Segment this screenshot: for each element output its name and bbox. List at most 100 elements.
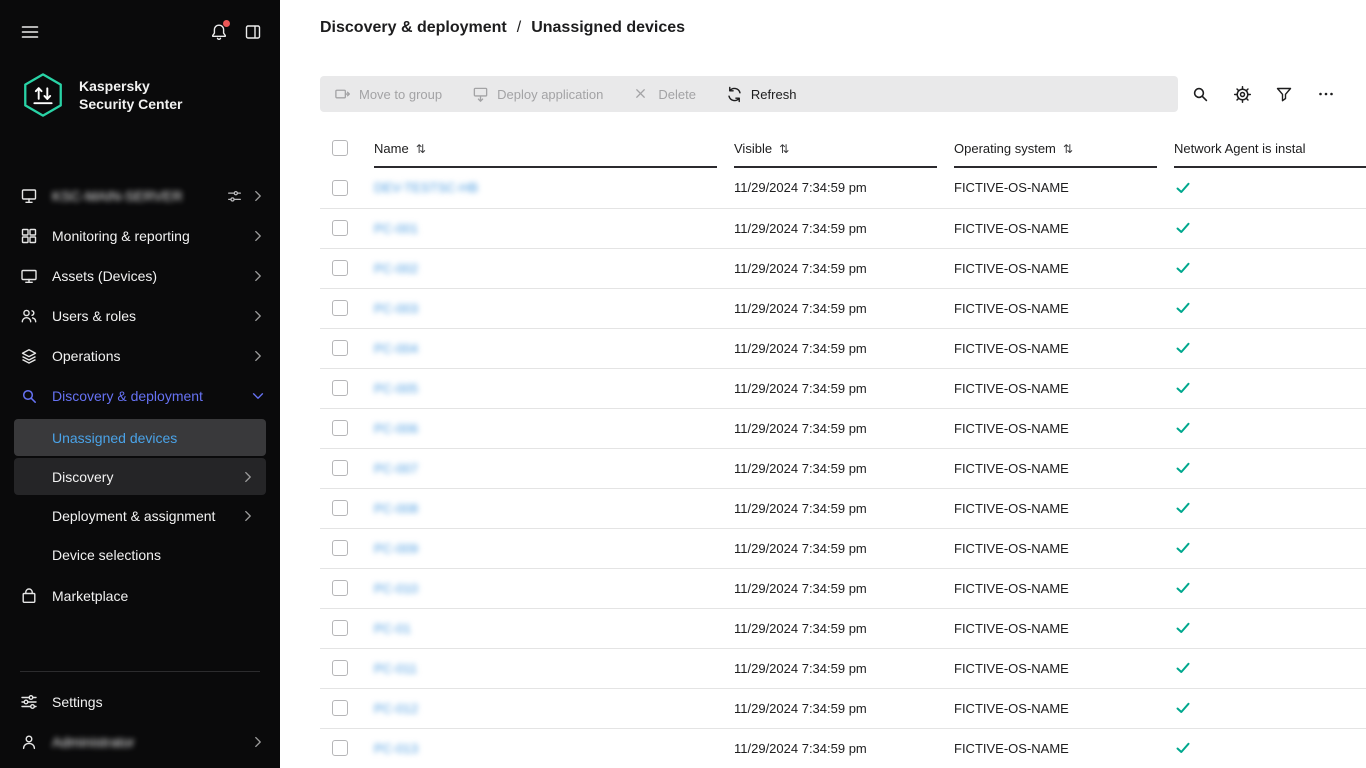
chevron-right-icon[interactable] bbox=[250, 308, 266, 324]
sidebar-subitem-discovery[interactable]: Discovery bbox=[14, 458, 266, 495]
ellipsis-icon bbox=[1317, 85, 1335, 103]
row-checkbox[interactable] bbox=[332, 420, 348, 436]
device-name-cell: PC-003 bbox=[374, 288, 734, 328]
device-name-link[interactable]: PC-012 bbox=[374, 701, 418, 716]
row-checkbox[interactable] bbox=[332, 620, 348, 636]
device-name-cell: PC-008 bbox=[374, 488, 734, 528]
row-checkbox[interactable] bbox=[332, 180, 348, 196]
table-settings-button[interactable] bbox=[1222, 76, 1262, 112]
visible-time-cell: 11/29/2024 7:34:59 pm bbox=[734, 728, 954, 768]
sidebar-item-user-account[interactable]: Administrator bbox=[0, 722, 280, 762]
row-checkbox-cell bbox=[320, 208, 374, 248]
column-header-agent[interactable]: Network Agent is instal bbox=[1174, 141, 1306, 156]
app-root: Kaspersky Security Center KSC-MAIN-SERVE… bbox=[0, 0, 1366, 768]
row-checkbox[interactable] bbox=[332, 580, 348, 596]
breadcrumb-parent[interactable]: Discovery & deployment bbox=[320, 19, 507, 37]
device-name-link[interactable]: PC-006 bbox=[374, 421, 418, 436]
visible-time-cell: 11/29/2024 7:34:59 pm bbox=[734, 568, 954, 608]
chevron-right-icon[interactable] bbox=[250, 228, 266, 244]
sidebar-item-operations[interactable]: Operations bbox=[0, 336, 280, 376]
row-checkbox-cell bbox=[320, 608, 374, 648]
device-name-link[interactable]: DEV-TESTSC-HB bbox=[374, 180, 478, 195]
device-name-link[interactable]: PC-01 bbox=[374, 621, 411, 636]
row-checkbox[interactable] bbox=[332, 300, 348, 316]
row-checkbox-cell bbox=[320, 648, 374, 688]
sort-icon[interactable]: ⇅ bbox=[416, 142, 426, 156]
sidebar-item-administration-server[interactable]: KSC-MAIN-SERVER bbox=[0, 176, 280, 216]
row-checkbox[interactable] bbox=[332, 460, 348, 476]
delete-button[interactable]: Delete bbox=[633, 86, 696, 103]
breadcrumb: Discovery & deployment / Unassigned devi… bbox=[280, 0, 1366, 56]
server-hierarchy-icon[interactable] bbox=[227, 189, 242, 204]
agent-installed-check-icon bbox=[1174, 659, 1192, 677]
hamburger-menu-button[interactable] bbox=[20, 23, 40, 41]
console-panel-button[interactable] bbox=[244, 23, 262, 41]
notifications-button[interactable] bbox=[210, 23, 228, 41]
device-name-cell: PC-004 bbox=[374, 328, 734, 368]
device-name-link[interactable]: PC-005 bbox=[374, 381, 418, 396]
table-header: Name ⇅ Visible ⇅ Operati bbox=[320, 128, 1366, 168]
row-checkbox[interactable] bbox=[332, 340, 348, 356]
device-name-cell: PC-001 bbox=[374, 208, 734, 248]
move-to-group-button[interactable]: Move to group bbox=[334, 86, 442, 103]
sidebar-item-marketplace[interactable]: Marketplace bbox=[0, 576, 280, 616]
operating-system-cell: FICTIVE-OS-NAME bbox=[954, 208, 1174, 248]
operating-system-cell: FICTIVE-OS-NAME bbox=[954, 408, 1174, 448]
chevron-down-icon[interactable] bbox=[250, 388, 266, 404]
device-name-link[interactable]: PC-007 bbox=[374, 461, 418, 476]
sort-icon[interactable]: ⇅ bbox=[1063, 142, 1073, 156]
row-checkbox[interactable] bbox=[332, 260, 348, 276]
column-header-visible[interactable]: Visible bbox=[734, 141, 772, 156]
agent-installed-cell bbox=[1174, 288, 1366, 328]
chevron-right-icon[interactable] bbox=[250, 348, 266, 364]
device-name-link[interactable]: PC-002 bbox=[374, 261, 418, 276]
agent-installed-check-icon bbox=[1174, 299, 1192, 317]
row-checkbox[interactable] bbox=[332, 380, 348, 396]
row-checkbox[interactable] bbox=[332, 500, 348, 516]
chevron-right-icon bbox=[240, 508, 256, 524]
table-row: PC-00911/29/2024 7:34:59 pmFICTIVE-OS-NA… bbox=[320, 528, 1366, 568]
deploy-application-button[interactable]: Deploy application bbox=[472, 86, 603, 103]
filter-button[interactable] bbox=[1264, 76, 1304, 112]
device-name-link[interactable]: PC-008 bbox=[374, 501, 418, 516]
device-name-link[interactable]: PC-013 bbox=[374, 741, 418, 756]
row-checkbox[interactable] bbox=[332, 700, 348, 716]
sidebar-item-discovery-deployment[interactable]: Discovery & deployment bbox=[0, 376, 280, 416]
device-name-link[interactable]: PC-009 bbox=[374, 541, 418, 556]
device-name-link[interactable]: PC-010 bbox=[374, 581, 418, 596]
agent-installed-cell bbox=[1174, 728, 1366, 768]
device-name-link[interactable]: PC-011 bbox=[374, 661, 417, 676]
row-checkbox[interactable] bbox=[332, 540, 348, 556]
chevron-right-icon[interactable] bbox=[250, 268, 266, 284]
row-checkbox[interactable] bbox=[332, 220, 348, 236]
sidebar-item-settings[interactable]: Settings bbox=[0, 682, 280, 722]
agent-installed-cell bbox=[1174, 448, 1366, 488]
table-row: PC-0111/29/2024 7:34:59 pmFICTIVE-OS-NAM… bbox=[320, 608, 1366, 648]
visible-time-cell: 11/29/2024 7:34:59 pm bbox=[734, 648, 954, 688]
row-checkbox-cell bbox=[320, 728, 374, 768]
sidebar-subitem-unassigned-devices[interactable]: Unassigned devices bbox=[14, 419, 266, 456]
device-name-link[interactable]: PC-001 bbox=[374, 221, 418, 236]
table-row: PC-00511/29/2024 7:34:59 pmFICTIVE-OS-NA… bbox=[320, 368, 1366, 408]
more-options-button[interactable] bbox=[1306, 76, 1346, 112]
refresh-button[interactable]: Refresh bbox=[726, 86, 797, 103]
layers-icon bbox=[20, 347, 38, 365]
select-all-checkbox[interactable] bbox=[332, 140, 348, 156]
agent-installed-check-icon bbox=[1174, 539, 1192, 557]
sidebar-item-assets-devices[interactable]: Assets (Devices) bbox=[0, 256, 280, 296]
column-header-os[interactable]: Operating system bbox=[954, 141, 1056, 156]
row-checkbox[interactable] bbox=[332, 660, 348, 676]
sidebar-subitem-deployment-assignment[interactable]: Deployment & assignment bbox=[14, 497, 266, 534]
sort-icon[interactable]: ⇅ bbox=[779, 142, 789, 156]
column-header-name[interactable]: Name bbox=[374, 141, 409, 156]
operating-system-cell: FICTIVE-OS-NAME bbox=[954, 368, 1174, 408]
sidebar-item-monitoring-reporting[interactable]: Monitoring & reporting bbox=[0, 216, 280, 256]
search-button[interactable] bbox=[1180, 76, 1220, 112]
chevron-right-icon[interactable] bbox=[250, 188, 266, 204]
user-name-label: Administrator bbox=[52, 734, 134, 750]
sidebar-item-users-roles[interactable]: Users & roles bbox=[0, 296, 280, 336]
sidebar-subitem-device-selections[interactable]: Device selections bbox=[14, 536, 266, 573]
row-checkbox[interactable] bbox=[332, 740, 348, 756]
device-name-link[interactable]: PC-003 bbox=[374, 301, 418, 316]
device-name-link[interactable]: PC-004 bbox=[374, 341, 418, 356]
